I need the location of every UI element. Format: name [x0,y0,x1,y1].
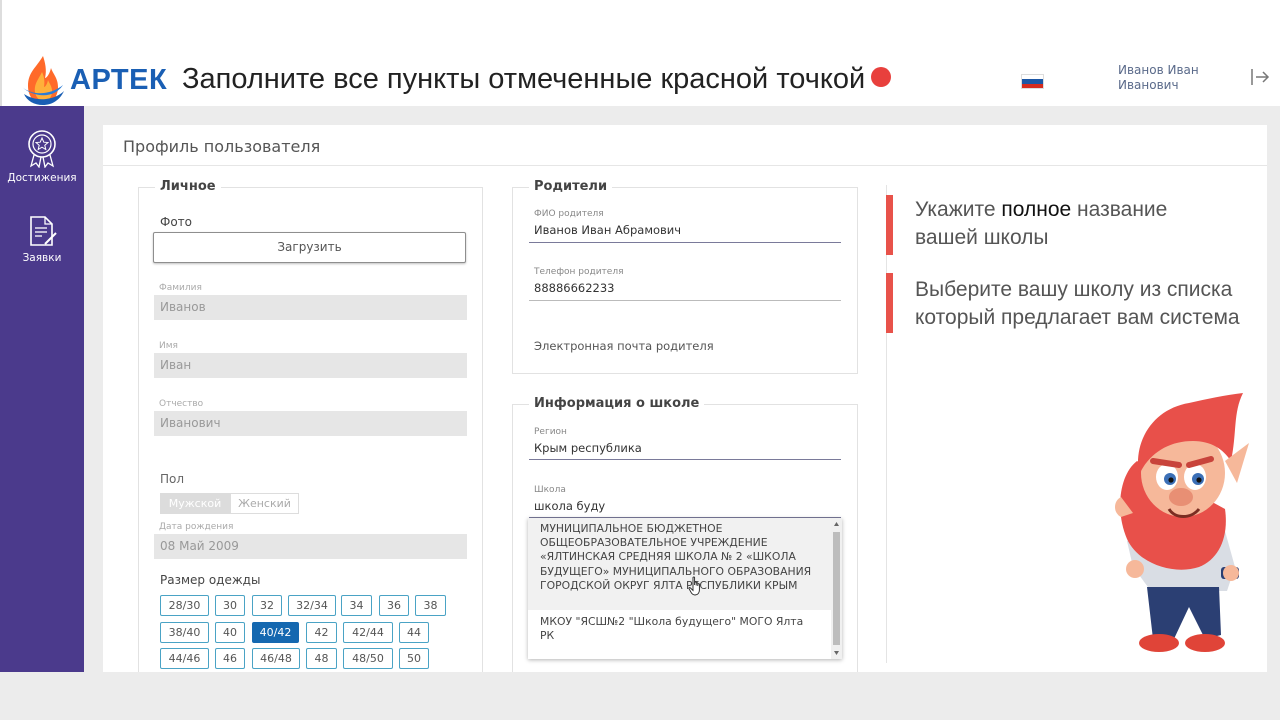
size-option[interactable]: 38/40 [160,622,209,643]
region-label: Регион [534,427,567,437]
size-option[interactable]: 44/46 [160,648,209,669]
school-suggestions-dropdown: МУНИЦИПАЛЬНОЕ БЮДЖЕТНОЕ ОБЩЕОБРАЗОВАТЕЛЬ… [528,518,842,659]
hint-1-bold: полное [1001,198,1072,221]
parents-legend: Родители [529,179,613,194]
school-label: Школа [534,485,566,495]
size-option[interactable]: 30 [215,595,245,616]
photo-label: Фото [160,215,193,229]
gnome-mascot-illustration [1115,393,1249,652]
size-option[interactable]: 44 [399,622,429,643]
sidebar-item-label: Достижения [7,172,77,184]
name-label: Имя [159,341,178,351]
gender-label: Пол [160,472,185,486]
birth-date-label: Дата рождения [159,522,234,532]
instruction-text: Заполните все пункты отмеченные красной … [182,63,866,95]
clothing-size-label: Размер одежды [160,573,261,587]
size-option[interactable]: 48 [306,648,337,669]
page-title: Профиль пользователя [123,137,321,156]
surname-label: Фамилия [159,283,202,293]
scrollbar-thumb[interactable] [833,532,840,645]
gender-female-toggle[interactable]: Женский [230,493,299,514]
sidebar-item-achievements[interactable]: Достижения [0,128,84,184]
artek-flame-logo [22,56,64,105]
school-option[interactable]: МКОУ "ЯСШ№2 "Школа будущего" МОГО Ялта Р… [528,615,831,643]
hint-2-bar [886,273,893,333]
medal-icon [28,130,56,168]
parent-fio-input[interactable]: Иванов Иван Абрамович [534,223,681,237]
size-option[interactable]: 42 [306,622,337,643]
top-header: АРТЕК Заполните все пункты отмеченные кр… [0,0,1280,106]
school-input[interactable]: школа буду [534,499,605,513]
parent-phone-input[interactable]: 88886662233 [534,281,614,295]
sidebar: Достижения Заявки [0,106,84,672]
school-option-hovered[interactable]: МУНИЦИПАЛЬНОЕ БЮДЖЕТНОЕ ОБЩЕОБРАЗОВАТЕЛЬ… [528,518,831,610]
size-option[interactable]: 36 [379,595,409,616]
logout-icon[interactable] [1250,68,1270,86]
size-option[interactable]: 32 [252,595,282,616]
size-option[interactable]: 34 [341,595,372,616]
brand-name: АРТЕК [70,64,168,96]
user-name[interactable]: Иванов Иван Иванович [1118,63,1228,93]
size-option[interactable]: 32/34 [288,595,336,616]
size-option[interactable]: 50 [399,648,429,669]
column-divider [886,185,887,663]
size-option[interactable]: 46 [215,648,245,669]
hint-1: Укажите полное название вашей школы [915,196,1205,252]
app-window: АРТЕК Заполните все пункты отмеченные кр… [0,0,1280,720]
scroll-down-icon[interactable] [831,648,842,658]
region-input[interactable]: Крым республика [534,441,642,455]
region-underline [529,459,841,460]
hint-2: Выберите вашу школу из списка который пр… [915,278,1240,329]
parent-email-input[interactable]: Электронная почта родителя [534,339,714,353]
dropdown-scrollbar[interactable] [831,518,842,659]
parent-fio-underline [529,242,841,243]
birth-date-field: 08 Май 2009 [154,534,467,559]
divider [103,165,1267,166]
hint-1-bar [886,195,893,255]
document-edit-icon [30,216,57,246]
hand-cursor-icon [688,576,700,596]
patronymic-field: Иванович [154,411,467,436]
scroll-up-icon[interactable] [831,519,842,529]
sidebar-item-label: Заявки [22,252,62,264]
personal-legend: Личное [155,179,221,194]
parent-phone-underline [529,300,841,301]
parent-phone-label: Телефон родителя [534,267,624,277]
language-flag-icon[interactable] [1021,74,1044,89]
gender-male-toggle[interactable]: Мужской [160,493,230,514]
hint-1-pre: Укажите [915,198,1002,221]
size-option[interactable]: 28/30 [160,595,209,616]
profile-panel: Профиль пользователя Личное Фото Загрузи… [103,125,1267,677]
name-field: Иван [154,353,467,378]
size-option[interactable]: 40 [215,622,245,643]
size-option[interactable]: 48/50 [343,648,393,669]
red-dot-icon [871,67,892,87]
surname-field: Иванов [154,295,467,320]
parent-fio-label: ФИО родителя [534,209,604,219]
size-option[interactable]: 46/48 [252,648,300,669]
size-option[interactable]: 42/44 [343,622,393,643]
size-option-selected[interactable]: 40/42 [252,622,299,643]
patronymic-label: Отчество [159,399,204,409]
footer-bar [0,672,1280,720]
instruction-title: Заполните все пункты отмеченные красной … [182,63,892,96]
upload-button[interactable]: Загрузить [153,232,466,263]
size-option[interactable]: 38 [415,595,446,616]
school-legend: Информация о школе [529,396,705,411]
sidebar-item-applications[interactable]: Заявки [0,214,84,264]
